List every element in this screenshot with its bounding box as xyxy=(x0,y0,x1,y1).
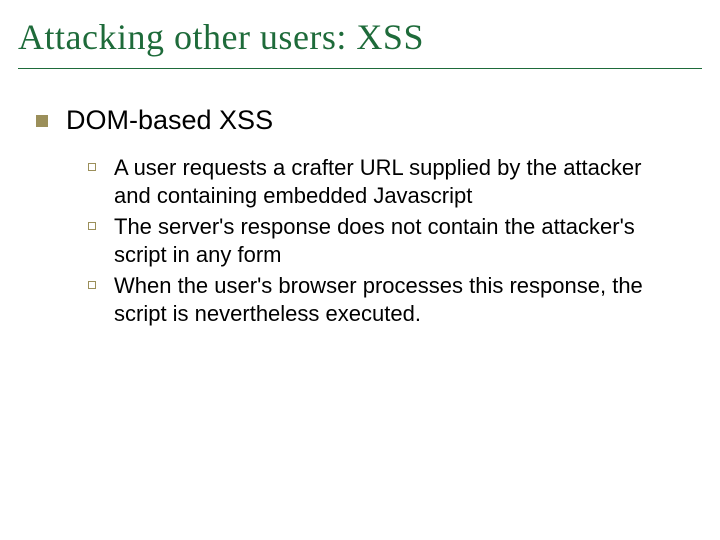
level2-text: When the user's browser processes this r… xyxy=(114,272,674,327)
hollow-square-bullet-icon xyxy=(88,222,96,230)
bullet-level2: A user requests a crafter URL supplied b… xyxy=(88,154,702,209)
level2-text: A user requests a crafter URL supplied b… xyxy=(114,154,674,209)
bullet-level1: DOM-based XSS xyxy=(36,105,702,136)
bullet-level2: The server's response does not contain t… xyxy=(88,213,702,268)
bullet-level2: When the user's browser processes this r… xyxy=(88,272,702,327)
level1-text: DOM-based XSS xyxy=(66,105,273,136)
level2-text: The server's response does not contain t… xyxy=(114,213,674,268)
slide-title: Attacking other users: XSS xyxy=(18,10,702,69)
level2-list: A user requests a crafter URL supplied b… xyxy=(88,154,702,327)
hollow-square-bullet-icon xyxy=(88,281,96,289)
square-bullet-icon xyxy=(36,115,48,127)
hollow-square-bullet-icon xyxy=(88,163,96,171)
slide: Attacking other users: XSS DOM-based XSS… xyxy=(0,0,720,540)
